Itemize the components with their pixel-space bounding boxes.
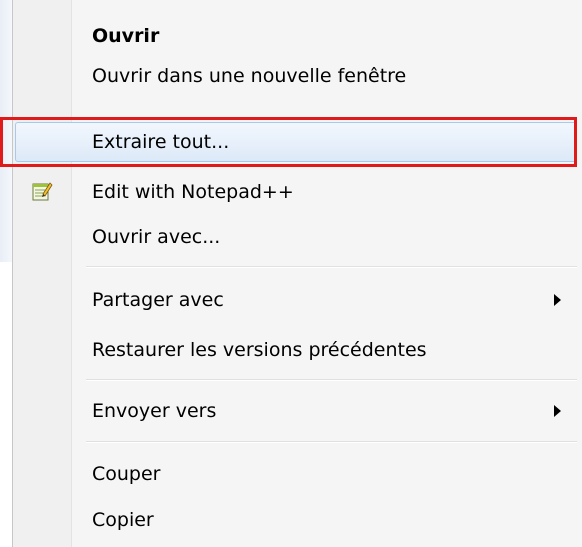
menu-item-label: Extraire tout...	[92, 131, 230, 153]
menu-item-couper[interactable]: Couper	[13, 452, 582, 496]
submenu-arrow-icon	[554, 405, 561, 417]
menu-item-edit-with-notepad[interactable]: Edit with Notepad++	[13, 170, 582, 214]
menu-item-restaurer-versions[interactable]: Restaurer les versions précédentes	[13, 328, 582, 372]
menu-item-ouvrir-avec[interactable]: Ouvrir avec...	[13, 215, 582, 259]
menu-separator	[86, 266, 577, 268]
menu-item-label: Edit with Notepad++	[92, 181, 294, 203]
menu-separator	[86, 379, 577, 381]
menu-item-envoyer-vers[interactable]: Envoyer vers	[13, 389, 582, 433]
menu-item-label: Couper	[92, 463, 161, 485]
menu-item-ouvrir-nouvelle-fenetre[interactable]: Ouvrir dans une nouvelle fenêtre	[13, 54, 582, 98]
menu-item-partager-avec[interactable]: Partager avec	[13, 278, 582, 322]
menu-item-copier[interactable]: Copier	[13, 498, 582, 542]
menu-item-label: Restaurer les versions précédentes	[92, 339, 427, 361]
submenu-arrow-icon	[554, 294, 561, 306]
menu-item-label: Ouvrir	[92, 25, 160, 47]
menu-item-label: Partager avec	[92, 289, 224, 311]
context-menu: Ouvrir Ouvrir dans une nouvelle fenêtre …	[12, 0, 582, 547]
notepad-plus-plus-icon	[32, 182, 53, 201]
menu-item-label: Ouvrir avec...	[92, 226, 221, 248]
screenshot-stage: Ouvrir Ouvrir dans une nouvelle fenêtre …	[0, 0, 582, 547]
menu-item-label: Ouvrir dans une nouvelle fenêtre	[92, 65, 407, 87]
menu-separator	[86, 441, 577, 443]
menu-item-ouvrir[interactable]: Ouvrir	[13, 14, 582, 58]
menu-item-extraire-tout[interactable]: Extraire tout...	[13, 120, 582, 164]
menu-item-label: Envoyer vers	[92, 400, 217, 422]
menu-item-label: Copier	[92, 509, 154, 531]
